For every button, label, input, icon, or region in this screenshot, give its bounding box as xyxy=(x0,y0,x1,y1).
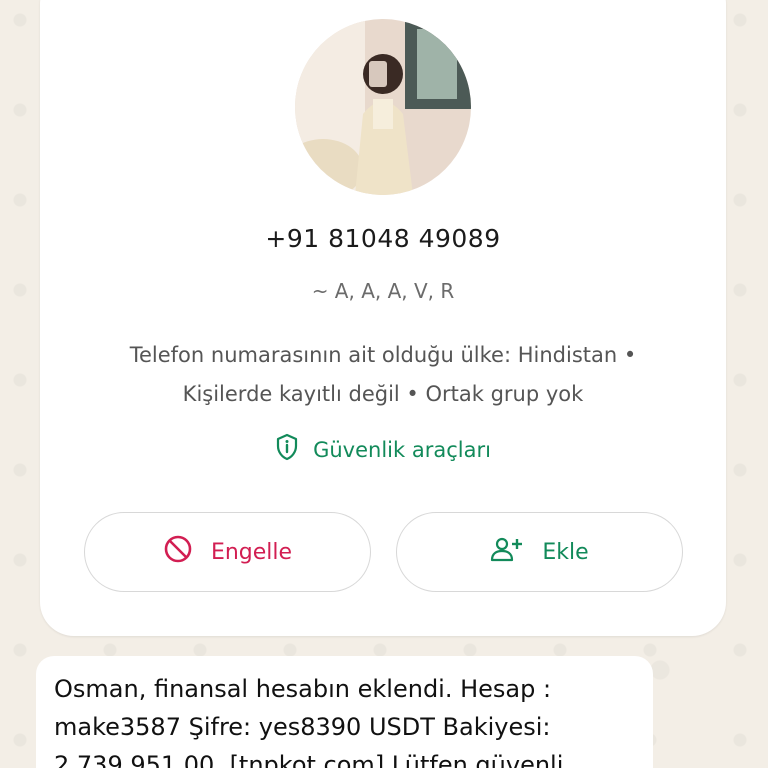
safety-tools-label: Güvenlik araçları xyxy=(313,437,491,462)
contact-info-text: Telefon numarasının ait olduğu ülke: Hin… xyxy=(70,336,696,414)
add-contact-button[interactable]: Ekle xyxy=(396,512,683,592)
block-button[interactable]: Engelle xyxy=(84,512,371,592)
safety-tools-link[interactable]: Güvenlik araçları xyxy=(40,433,726,466)
contact-alias: ~ A, A, A, V, R xyxy=(311,279,455,303)
add-button-label: Ekle xyxy=(542,539,589,565)
shield-info-icon xyxy=(275,433,299,466)
profile-avatar[interactable] xyxy=(295,19,471,195)
incoming-message-bubble[interactable]: Osman, finansal hesabın eklendi. Hesap :… xyxy=(36,656,653,768)
message-line: Osman, finansal hesabın eklendi. Hesap : xyxy=(54,675,552,703)
message-line: 2.739.951,00. [tnpkot.com] Lütfen güvenl… xyxy=(54,751,564,768)
block-icon xyxy=(163,534,193,570)
add-person-icon xyxy=(490,535,524,569)
contact-phone-number: +91 81048 49089 xyxy=(265,224,501,253)
message-line: make3587 Şifre: yes8390 USDT Bakiyesi: xyxy=(54,713,551,741)
info-line-status: Kişilerde kayıtlı değil • Ortak grup yok xyxy=(182,382,584,406)
info-line-country: Telefon numarasının ait olduğu ülke: Hin… xyxy=(129,343,637,367)
contact-info-card: +91 81048 49089 ~ A, A, A, V, R Telefon … xyxy=(40,0,726,636)
block-button-label: Engelle xyxy=(210,539,293,565)
